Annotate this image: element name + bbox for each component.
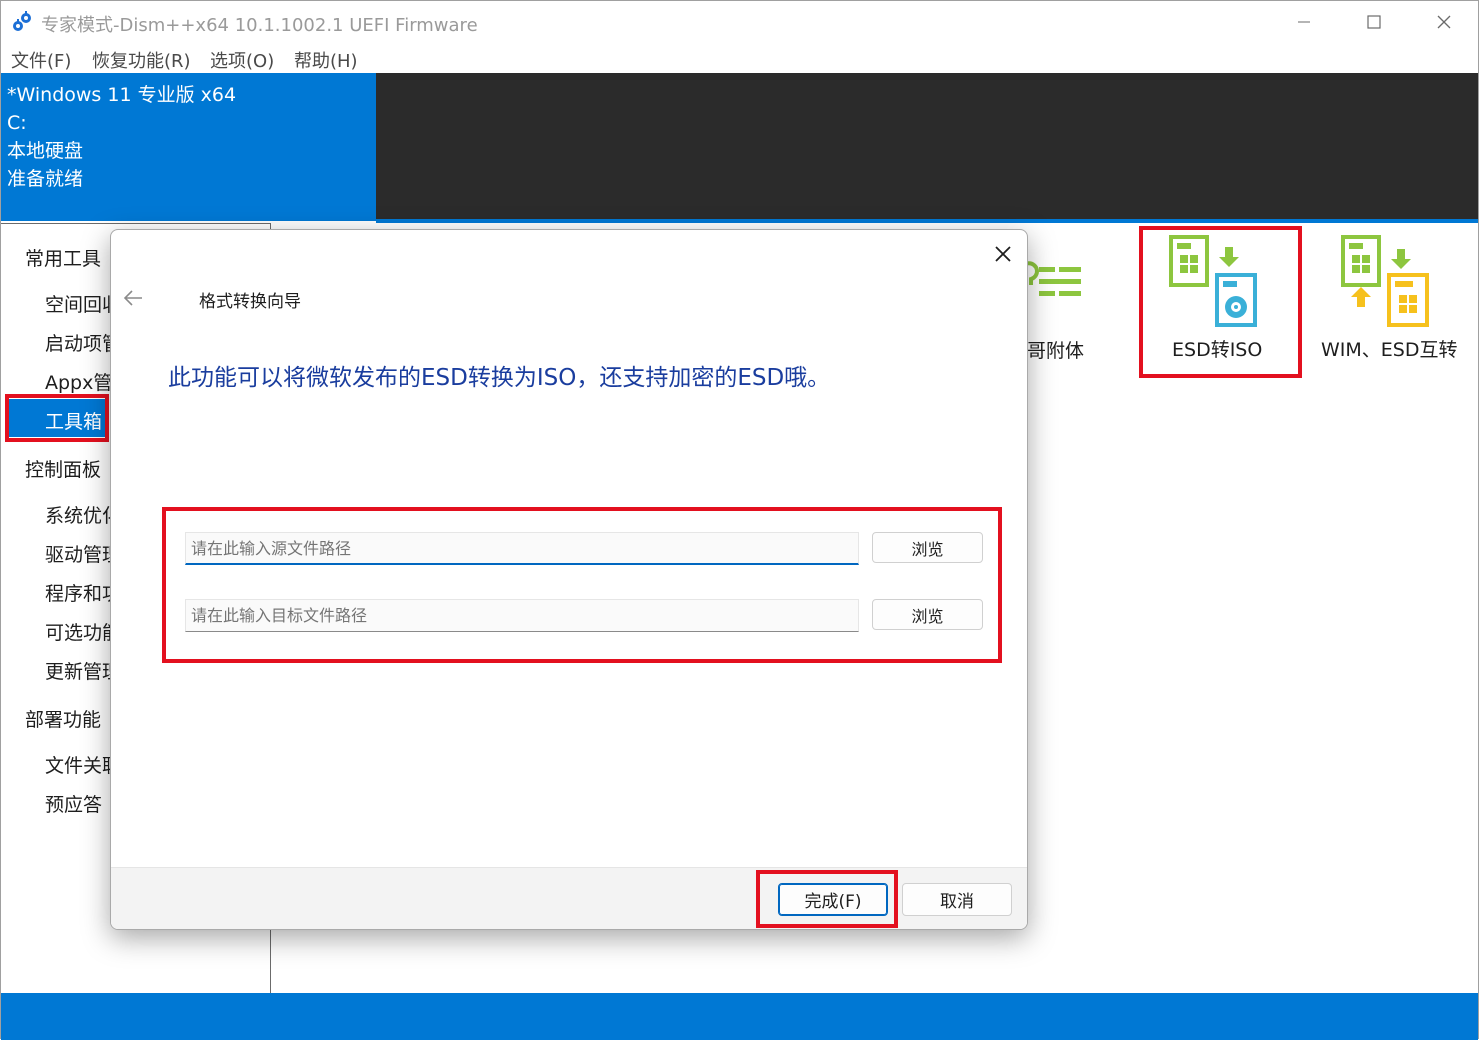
arrow-left-icon[interactable]	[121, 286, 145, 310]
menu-restore[interactable]: 恢复功能(R)	[92, 47, 191, 73]
maximize-icon	[1367, 15, 1381, 29]
gear-icon	[13, 11, 31, 31]
window-title: 专家模式-Dism++x64 10.1.1002.1 UEFI Firmware	[41, 15, 478, 36]
menu-bar: 文件(F) 恢复功能(R) 选项(O) 帮助(H)	[1, 43, 1478, 73]
tool-partial-label: 哥附体	[1027, 340, 1085, 362]
image-name: *Windows 11 专业版 x64	[7, 84, 237, 106]
format-conversion-dialog: 格式转换向导 此功能可以将微软发布的ESD转换为ISO，还支持加密的ESD哦。 …	[110, 229, 1028, 930]
menu-help[interactable]: 帮助(H)	[294, 47, 358, 73]
tool-wim-esd[interactable]: WIM、ESD互转	[1311, 229, 1471, 375]
highlight-esd-to-iso	[1139, 226, 1302, 378]
app-window: 专家模式-Dism++x64 10.1.1002.1 UEFI Firmware…	[0, 0, 1479, 1040]
maximize-button[interactable]	[1349, 7, 1399, 37]
close-icon[interactable]	[991, 242, 1015, 266]
image-info-panel[interactable]: *Windows 11 专业版 x64 C: 本地硬盘 准备就绪	[1, 73, 376, 221]
highlight-toolbox	[5, 394, 109, 442]
sidebar-item-answer[interactable]: 预应答	[45, 790, 102, 817]
highlight-finish	[756, 870, 898, 928]
image-status: 准备就绪	[7, 168, 84, 190]
dialog-title: 格式转换向导	[199, 292, 301, 312]
session-area	[376, 73, 1478, 221]
close-button[interactable]	[1419, 7, 1469, 37]
dialog-footer: 完成(F) 取消	[111, 867, 1027, 929]
close-icon	[1437, 15, 1451, 29]
image-drive: C:	[7, 112, 27, 134]
menu-options[interactable]: 选项(O)	[210, 47, 274, 73]
menu-file[interactable]: 文件(F)	[11, 47, 71, 73]
wim-esd-convert-icon	[1341, 235, 1429, 327]
cancel-button[interactable]: 取消	[902, 883, 1012, 916]
sidebar-group-common[interactable]: 常用工具	[25, 244, 101, 271]
minimize-icon	[1298, 21, 1310, 23]
status-bar	[1, 993, 1478, 1040]
highlight-path-inputs	[162, 507, 1002, 663]
sidebar-group-control[interactable]: 控制面板	[25, 455, 101, 482]
sidebar-group-deploy[interactable]: 部署功能	[25, 705, 101, 732]
minimize-button[interactable]	[1279, 7, 1329, 37]
accent-strip	[376, 219, 1478, 223]
sidebar-item-appx[interactable]: Appx管	[45, 368, 112, 395]
title-bar: 专家模式-Dism++x64 10.1.1002.1 UEFI Firmware	[1, 1, 1478, 43]
tool-wim-esd-label: WIM、ESD互转	[1321, 339, 1458, 361]
image-disk: 本地硬盘	[7, 140, 84, 162]
dialog-heading: 此功能可以将微软发布的ESD转换为ISO，还支持加密的ESD哦。	[168, 365, 831, 391]
